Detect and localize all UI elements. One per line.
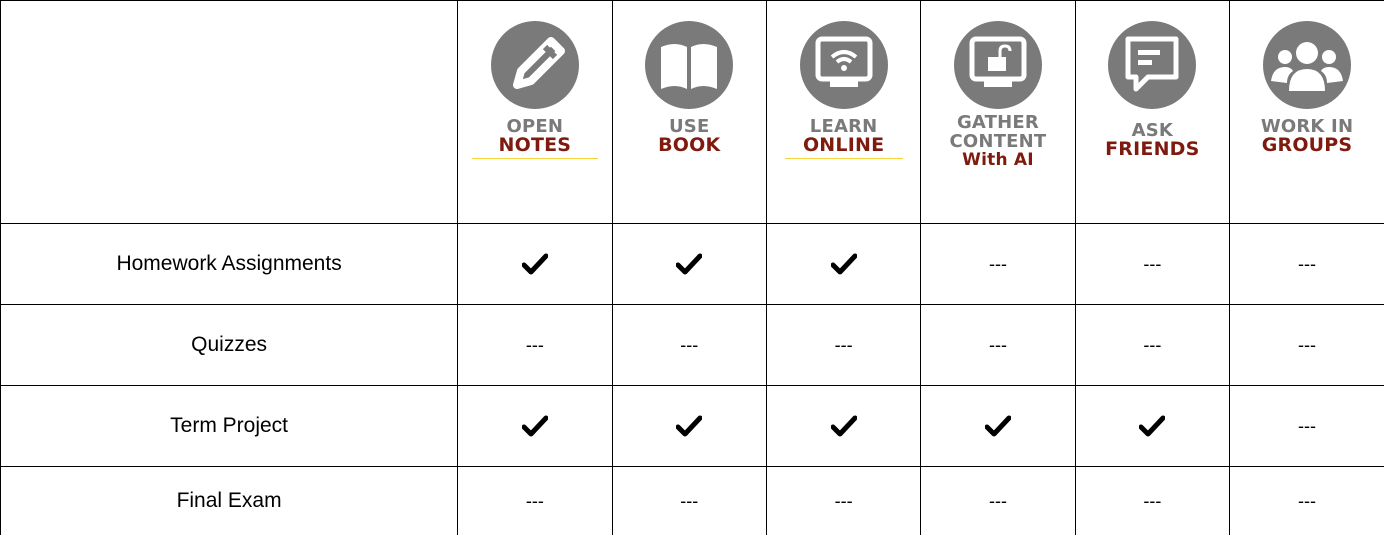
checkmark-icon (612, 224, 766, 305)
column-label-bottom: BOOK (658, 136, 720, 155)
not-allowed-dash: --- (1075, 224, 1229, 305)
column-label-bottom: GROUPS (1261, 136, 1353, 155)
wifi-monitor-icon (798, 19, 890, 111)
checkmark-icon (458, 224, 612, 305)
checkmark-icon (921, 386, 1075, 467)
table-row: Homework Assignments--------- (1, 224, 1385, 305)
not-allowed-dash: --- (612, 305, 766, 386)
column-work-in-groups: WORK IN GROUPS (1230, 1, 1384, 224)
row-label: Final Exam (1, 467, 458, 535)
table-row: Term Project --- (1, 386, 1385, 467)
checkmark-icon (766, 386, 920, 467)
column-learn-online: LEARN ONLINE (766, 1, 920, 224)
not-allowed-dash: --- (921, 224, 1075, 305)
checkmark-icon (458, 386, 612, 467)
not-allowed-dash: --- (1230, 386, 1384, 467)
chat-bubble-icon (1106, 19, 1198, 111)
table-body: Homework Assignments---------Quizzes----… (1, 224, 1385, 535)
checkmark-icon (612, 386, 766, 467)
not-allowed-dash: --- (921, 467, 1075, 535)
corner-cell (1, 1, 458, 224)
not-allowed-dash: --- (766, 305, 920, 386)
column-label-bottom: With AI (950, 151, 1047, 170)
permissions-table: OPEN NOTES USE BOOK (0, 0, 1384, 535)
table-row: Quizzes------------------ (1, 305, 1385, 386)
not-allowed-dash: --- (1230, 467, 1384, 535)
pencil-icon (489, 19, 581, 111)
row-label: Homework Assignments (1, 224, 458, 305)
column-gather-content: GATHER CONTENT With AI (921, 1, 1075, 224)
header-row: OPEN NOTES USE BOOK (1, 1, 1385, 224)
row-label: Quizzes (1, 305, 458, 386)
column-ask-friends: ASK FRIENDS (1075, 1, 1229, 224)
checkmark-icon (1075, 386, 1229, 467)
not-allowed-dash: --- (921, 305, 1075, 386)
not-allowed-dash: --- (1230, 305, 1384, 386)
not-allowed-dash: --- (458, 305, 612, 386)
column-label-top: GATHER (950, 113, 1047, 132)
row-label: Term Project (1, 386, 458, 467)
column-label-bottom: ONLINE (803, 136, 884, 155)
column-open-notes: OPEN NOTES (458, 1, 612, 224)
highlight-underline (785, 158, 903, 159)
column-label-bottom: NOTES (499, 136, 572, 155)
column-use-book: USE BOOK (612, 1, 766, 224)
column-label-bottom: FRIENDS (1105, 140, 1199, 159)
group-icon (1261, 19, 1353, 111)
not-allowed-dash: --- (458, 467, 612, 535)
table-row: Final Exam------------------ (1, 467, 1385, 535)
not-allowed-dash: --- (1075, 467, 1229, 535)
not-allowed-dash: --- (1230, 224, 1384, 305)
checkmark-icon (766, 224, 920, 305)
book-icon (643, 19, 735, 111)
column-label-middle: CONTENT (950, 132, 1047, 151)
not-allowed-dash: --- (766, 467, 920, 535)
unlock-monitor-icon (952, 19, 1044, 111)
not-allowed-dash: --- (612, 467, 766, 535)
highlight-underline (472, 158, 598, 159)
not-allowed-dash: --- (1075, 305, 1229, 386)
